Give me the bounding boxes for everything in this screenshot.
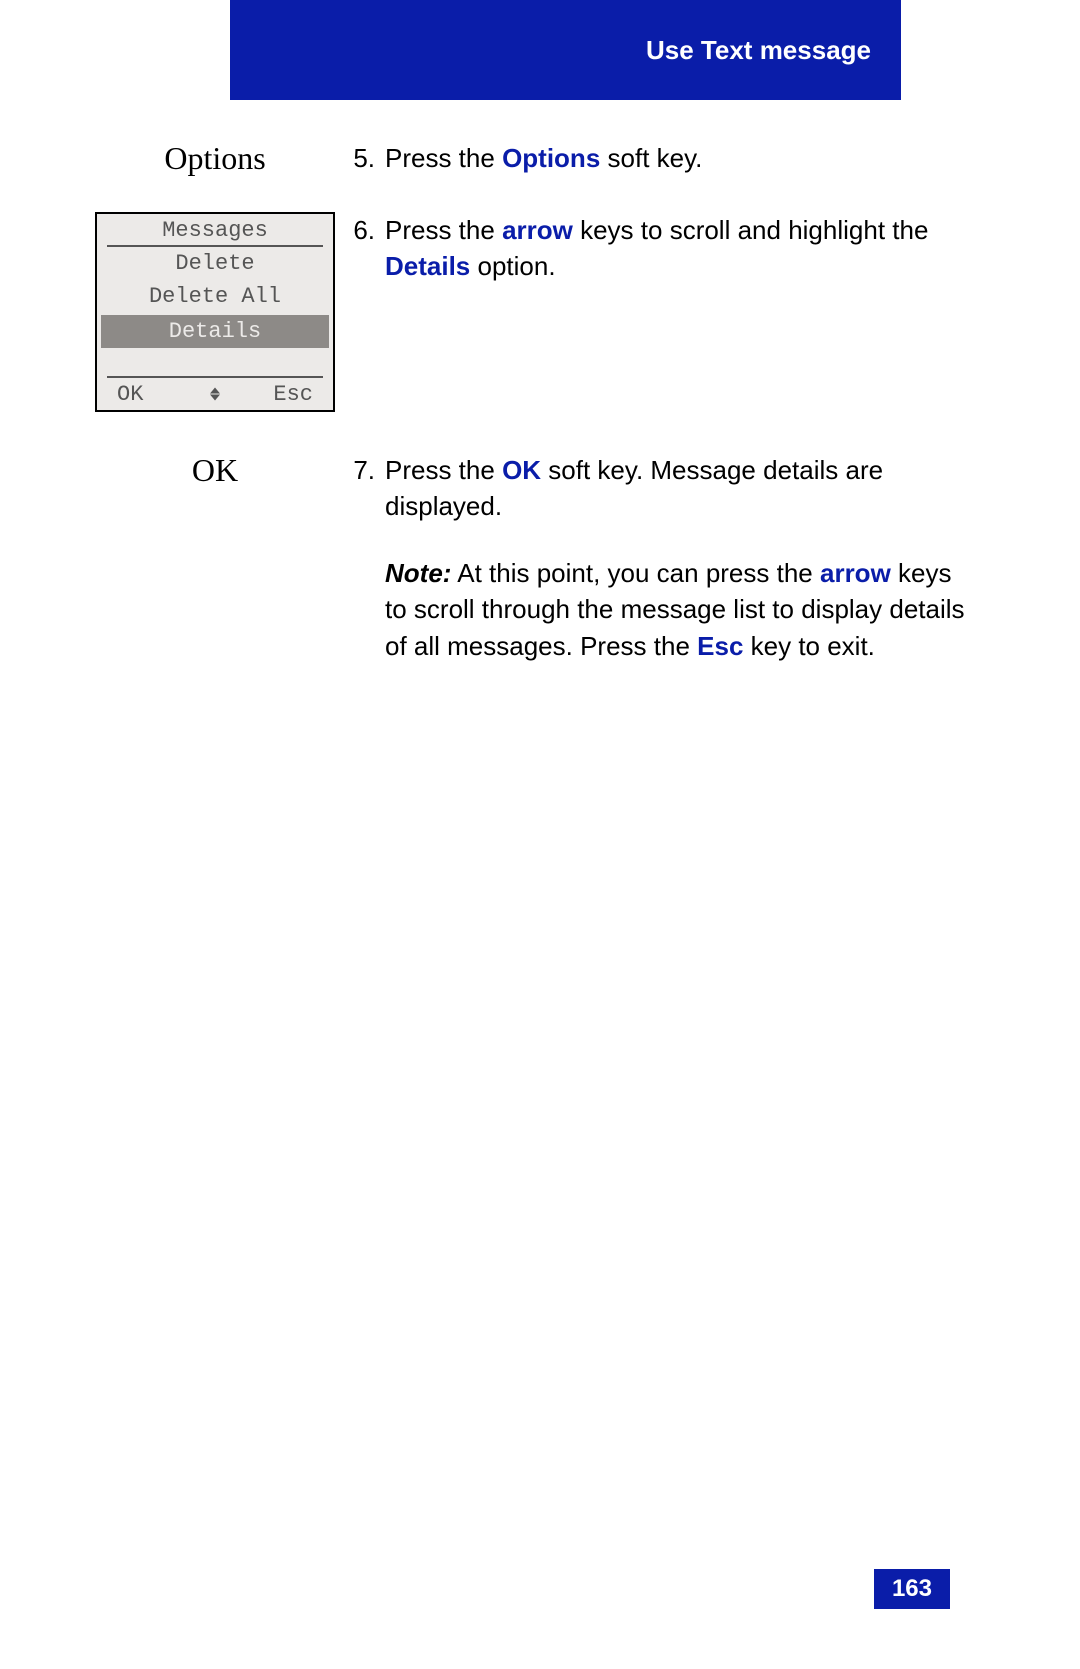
phone-menu-items: Delete Delete All Details (97, 247, 333, 376)
phone-screen-title: Messages (107, 218, 323, 247)
phone-item-delete-all: Delete All (97, 280, 333, 313)
options-keyword: Options (502, 143, 600, 173)
ok-softkey-label: OK (192, 452, 238, 488)
ok-keyword: OK (502, 455, 541, 485)
step-5-row: Options 5. Press the Options soft key. (0, 140, 1080, 177)
phone-screen: Messages Delete Delete All Details OK Es… (95, 212, 335, 412)
step-6-row: Messages Delete Delete All Details OK Es… (0, 212, 1080, 412)
step-7-text: Press the OK soft key. Message details a… (385, 452, 965, 525)
phone-footer-ok: OK (117, 382, 143, 407)
note-label: Note: (385, 558, 451, 588)
step-6-t2: keys to scroll and highlight the (573, 215, 929, 245)
phone-footer: OK Esc (107, 376, 323, 410)
step-5-right: 5. Press the Options soft key. (345, 140, 995, 176)
step-6-number: 6. (345, 212, 385, 248)
phone-footer-esc: Esc (273, 382, 313, 407)
details-keyword: Details (385, 251, 470, 281)
header-banner: Use Text message (230, 0, 901, 100)
step-7-number: 7. (345, 452, 385, 525)
note-text: Note: At this point, you can press the a… (385, 555, 965, 664)
phone-item-details: Details (101, 315, 329, 348)
step-5-text-before: Press the (385, 143, 502, 173)
updown-arrow-icon (210, 388, 220, 401)
header-title: Use Text message (646, 35, 871, 66)
note-esc-keyword: Esc (697, 631, 743, 661)
step-6-text: Press the arrow keys to scroll and highl… (385, 212, 965, 285)
note-t1: At this point, you can press the (451, 558, 820, 588)
step-5-left: Options (85, 140, 345, 177)
note-spacer (345, 555, 385, 664)
step-5-text-after: soft key. (600, 143, 702, 173)
step-7-row: OK 7. Press the OK soft key. Message det… (0, 452, 1080, 664)
step-6-t1: Press the (385, 215, 502, 245)
arrow-keyword: arrow (502, 215, 573, 245)
step-6-left: Messages Delete Delete All Details OK Es… (85, 212, 345, 412)
note-arrow-keyword: arrow (820, 558, 891, 588)
step-5-text: Press the Options soft key. (385, 140, 965, 176)
step-6-t3: option. (470, 251, 555, 281)
step-7-right: 7. Press the OK soft key. Message detail… (345, 452, 995, 664)
page-content: Options 5. Press the Options soft key. M… (0, 140, 1080, 699)
step-7-left: OK (85, 452, 345, 489)
page-number: 163 (874, 1569, 950, 1609)
note-t3: key to exit. (743, 631, 875, 661)
step-5-number: 5. (345, 140, 385, 176)
step-6-right: 6. Press the arrow keys to scroll and hi… (345, 212, 995, 285)
step-7-t1: Press the (385, 455, 502, 485)
options-softkey-label: Options (164, 140, 265, 176)
phone-item-delete: Delete (97, 247, 333, 280)
